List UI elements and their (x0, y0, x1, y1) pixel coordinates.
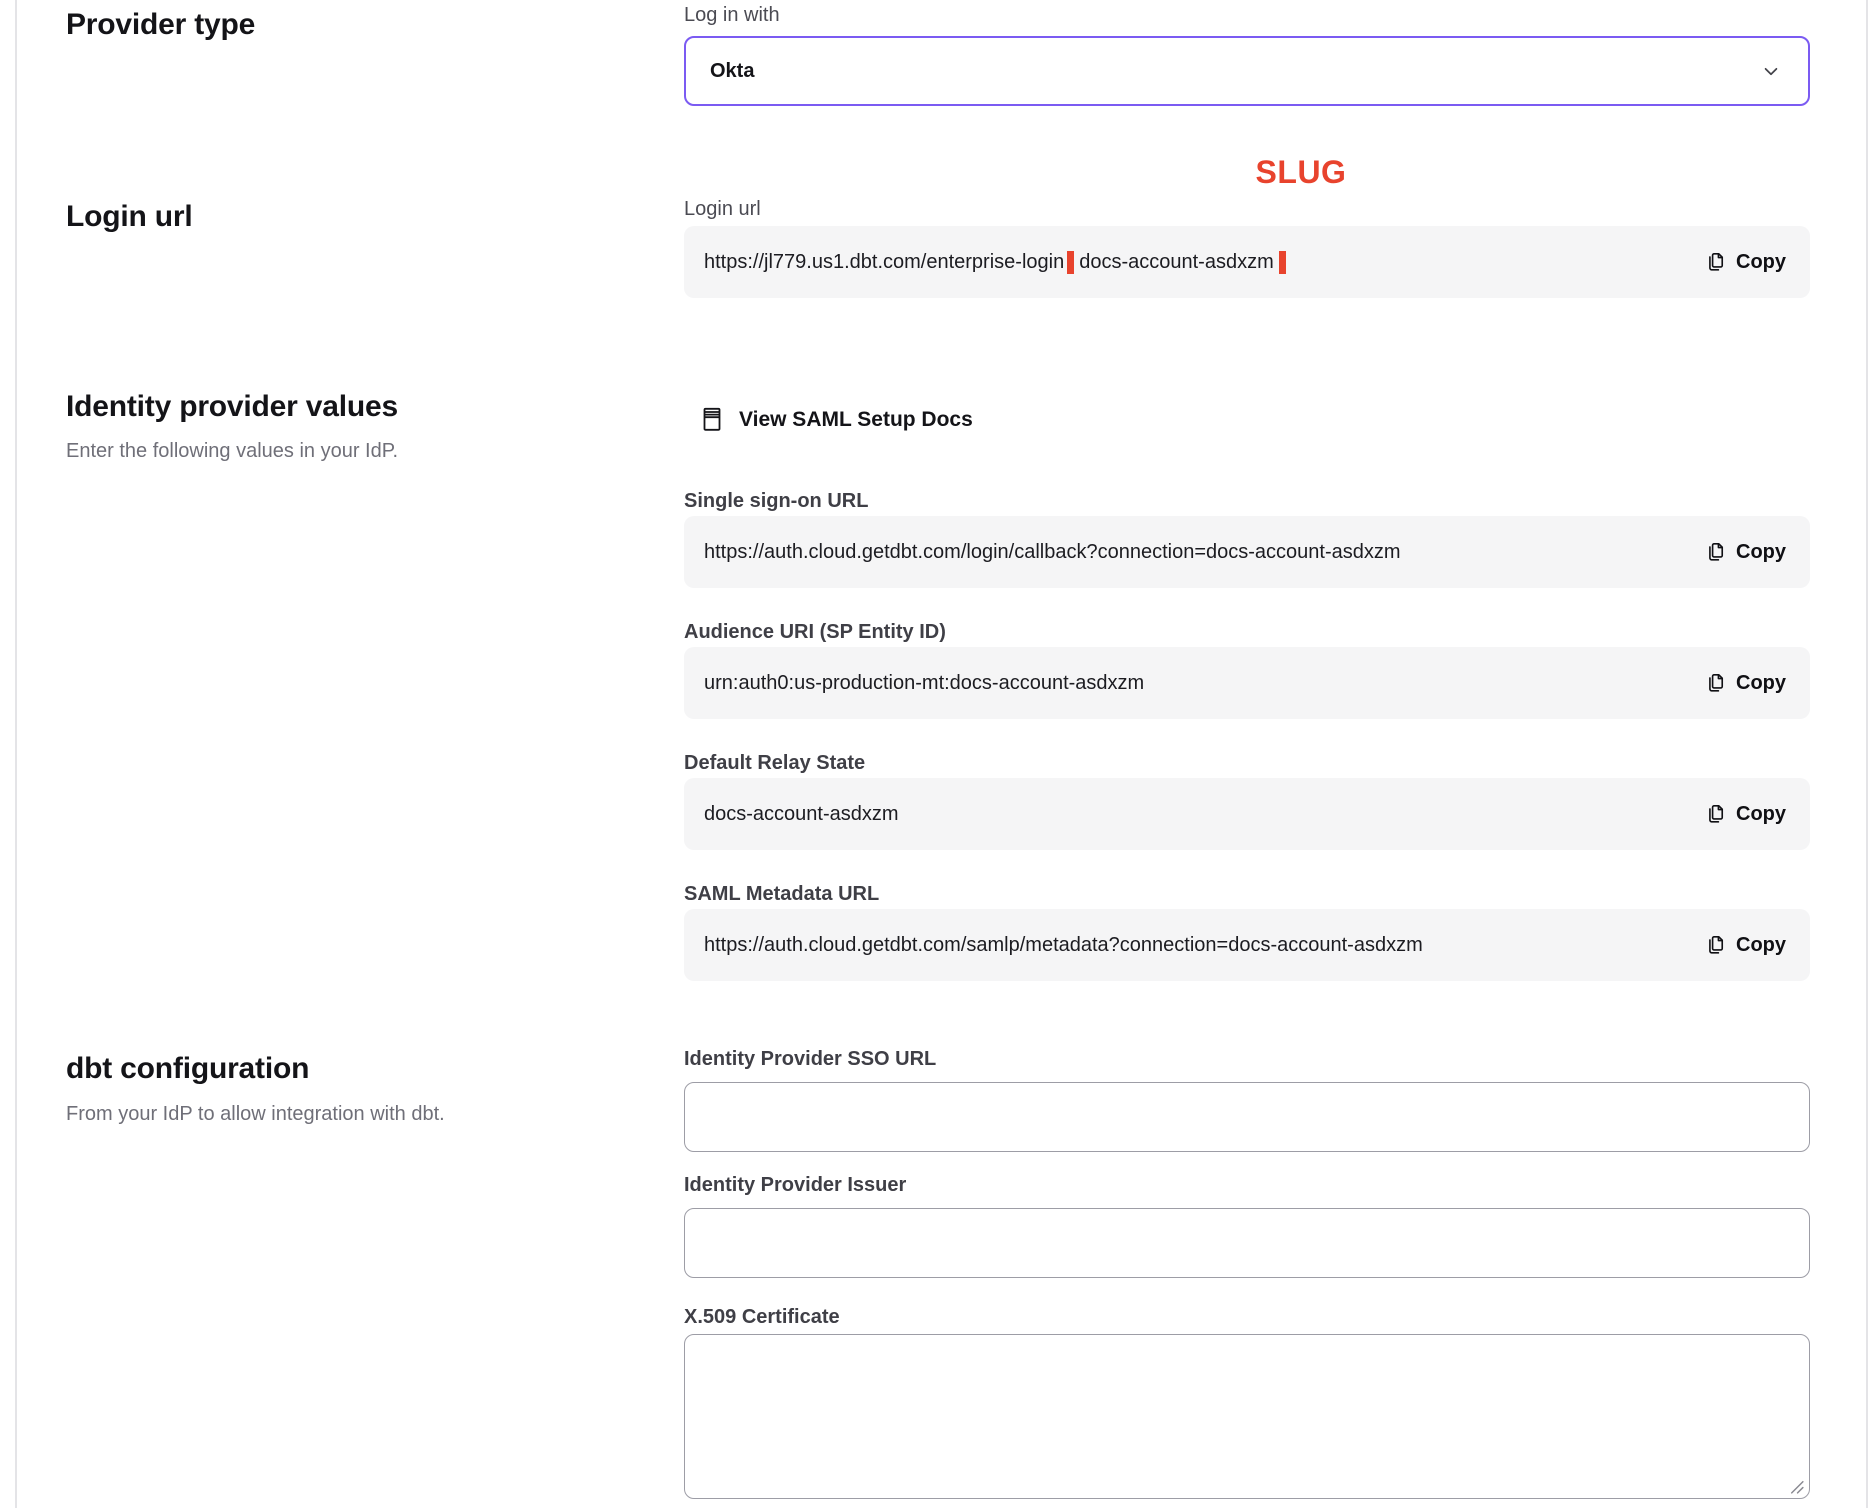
identity-provider-values-heading: Identity provider values (66, 390, 398, 424)
copy-button-label: Copy (1736, 672, 1786, 695)
identity-provider-issuer-label: Identity Provider Issuer (684, 1174, 906, 1197)
view-saml-setup-docs-label: View SAML Setup Docs (739, 408, 973, 432)
copy-button-label: Copy (1736, 803, 1786, 826)
copy-icon (1704, 541, 1725, 564)
dbt-configuration-heading: dbt configuration (66, 1052, 309, 1086)
sso-settings-page: Provider type Log in with Okta Login url… (0, 0, 1876, 1508)
copy-saml-metadata-url-button[interactable]: Copy (1704, 934, 1786, 957)
single-sign-on-url-value: https://auth.cloud.getdbt.com/login/call… (704, 541, 1704, 564)
saml-metadata-url-field: https://auth.cloud.getdbt.com/samlp/meta… (684, 909, 1810, 981)
saml-metadata-url-label: SAML Metadata URL (684, 883, 879, 906)
dbt-configuration-subheading: From your IdP to allow integration with … (66, 1103, 445, 1126)
slug-annotation: SLUG (1162, 154, 1440, 191)
default-relay-state-field: docs-account-asdxzm Copy (684, 778, 1810, 850)
chevron-down-icon (1758, 58, 1784, 84)
copy-default-relay-state-button[interactable]: Copy (1704, 803, 1786, 826)
provider-select-value: Okta (710, 60, 1758, 83)
single-sign-on-url-field: https://auth.cloud.getdbt.com/login/call… (684, 516, 1810, 588)
identity-provider-sso-url-label: Identity Provider SSO URL (684, 1048, 936, 1071)
notebook-icon (700, 406, 724, 433)
identity-provider-sso-url-input[interactable] (684, 1082, 1810, 1152)
provider-select[interactable]: Okta (684, 36, 1810, 106)
copy-icon (1704, 672, 1725, 695)
provider-type-heading: Provider type (66, 8, 255, 42)
login-url-field-label: Login url (684, 198, 761, 221)
copy-button-label: Copy (1736, 251, 1786, 274)
x509-certificate-textarea[interactable] (684, 1334, 1810, 1499)
audience-uri-field: urn:auth0:us-production-mt:docs-account-… (684, 647, 1810, 719)
login-with-label: Log in with (684, 4, 780, 27)
copy-icon (1704, 251, 1725, 274)
view-saml-setup-docs-link[interactable]: View SAML Setup Docs (700, 406, 973, 433)
single-sign-on-url-label: Single sign-on URL (684, 490, 868, 513)
login-url-value: https://jl779.us1.dbt.com/enterprise-log… (704, 251, 1704, 274)
identity-provider-values-subheading: Enter the following values in your IdP. (66, 440, 398, 463)
panel-left-border (15, 0, 17, 1508)
copy-icon (1704, 803, 1725, 826)
copy-icon (1704, 934, 1725, 957)
default-relay-state-label: Default Relay State (684, 752, 865, 775)
panel-right-border (1866, 0, 1868, 1508)
identity-provider-issuer-input[interactable] (684, 1208, 1810, 1278)
copy-audience-uri-button[interactable]: Copy (1704, 672, 1786, 695)
slug-highlight-box: docs-account-asdxzm (1067, 251, 1286, 274)
copy-single-sign-on-url-button[interactable]: Copy (1704, 541, 1786, 564)
copy-login-url-button[interactable]: Copy (1704, 251, 1786, 274)
audience-uri-value: urn:auth0:us-production-mt:docs-account-… (704, 672, 1704, 695)
audience-uri-label: Audience URI (SP Entity ID) (684, 621, 946, 644)
copy-button-label: Copy (1736, 541, 1786, 564)
login-url-heading: Login url (66, 200, 193, 234)
saml-metadata-url-value: https://auth.cloud.getdbt.com/samlp/meta… (704, 934, 1704, 957)
login-url-field: https://jl779.us1.dbt.com/enterprise-log… (684, 226, 1810, 298)
x509-certificate-label: X.509 Certificate (684, 1306, 840, 1329)
default-relay-state-value: docs-account-asdxzm (704, 803, 1704, 826)
copy-button-label: Copy (1736, 934, 1786, 957)
